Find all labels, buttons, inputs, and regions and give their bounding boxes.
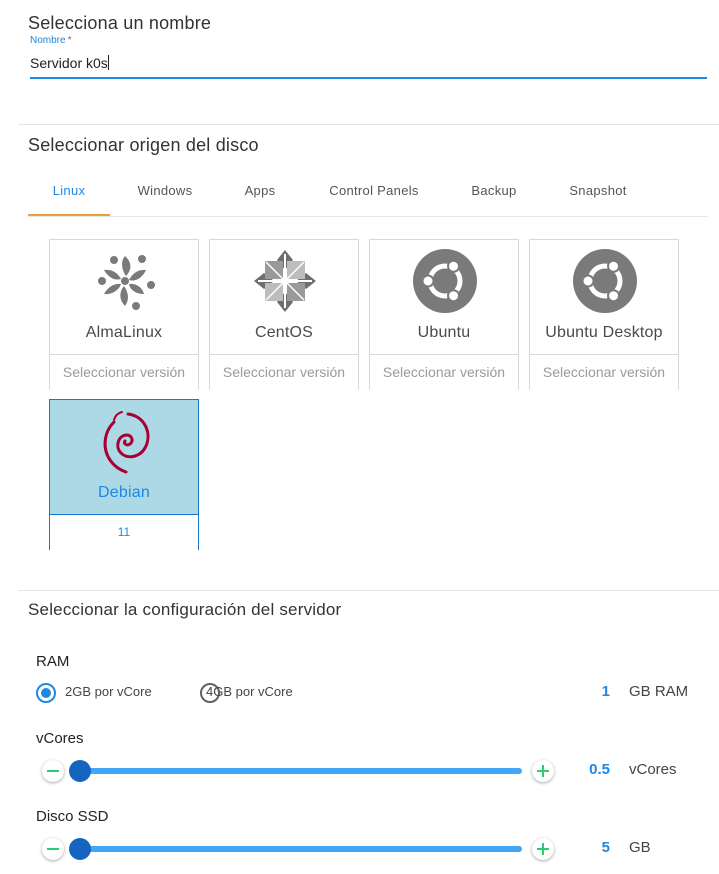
text-caret xyxy=(107,55,109,70)
image-card-name: Ubuntu xyxy=(417,324,471,341)
image-card-ubuntu[interactable]: Ubuntu Seleccionar versión xyxy=(369,239,519,390)
image-card-version-select[interactable]: Seleccionar versión xyxy=(210,354,358,390)
name-input-value[interactable]: Servidor k0s xyxy=(30,55,108,71)
required-mark: * xyxy=(67,35,72,46)
image-card-version-select[interactable]: Seleccionar versión xyxy=(530,354,678,390)
disk-section-title: Seleccionar origen del disco xyxy=(28,135,259,155)
disk-value: 5 xyxy=(601,839,610,856)
image-card-name: Debian xyxy=(98,484,150,501)
vcores-label: vCores xyxy=(36,730,84,747)
ram-option-2gb-label[interactable]: 2GB por vCore xyxy=(65,684,152,699)
image-card-name: Ubuntu Desktop xyxy=(545,324,663,341)
almalinux-logo-icon xyxy=(98,255,155,310)
tab-windows[interactable]: Windows xyxy=(120,183,210,198)
image-card-version-select[interactable]: Seleccionar versión xyxy=(370,354,518,390)
vcores-decrease-button[interactable] xyxy=(42,760,64,782)
disk-ssd-label: Disco SSD xyxy=(36,808,109,825)
ram-option-2gb-radio[interactable] xyxy=(36,683,56,703)
minus-icon xyxy=(47,770,59,772)
image-card-debian[interactable]: Debian 11 xyxy=(49,399,199,550)
name-input[interactable]: Servidor k0s xyxy=(30,55,109,71)
name-field-label: Nombre * xyxy=(30,35,71,46)
tab-linux[interactable]: Linux xyxy=(28,183,110,198)
config-section-divider xyxy=(18,590,719,874)
tab-control-panels[interactable]: Control Panels xyxy=(315,183,433,198)
tab-snapshot[interactable]: Snapshot xyxy=(555,183,641,198)
disk-slider-track[interactable] xyxy=(72,846,522,852)
ubuntu-logo-icon xyxy=(413,249,477,313)
name-input-underline xyxy=(30,77,707,79)
ubuntu-logo-icon xyxy=(573,249,637,313)
disk-decrease-button[interactable] xyxy=(42,838,64,860)
vcores-slider-track[interactable] xyxy=(72,768,522,774)
image-card-version-select[interactable]: Seleccionar versión xyxy=(50,354,198,390)
image-card-name: AlmaLinux xyxy=(85,324,163,341)
disk-unit: GB xyxy=(629,839,651,856)
image-card-name: CentOS xyxy=(254,324,314,341)
name-section-title: Selecciona un nombre xyxy=(28,13,212,33)
disk-slider-thumb[interactable] xyxy=(69,838,91,860)
ram-unit: GB RAM xyxy=(629,683,689,700)
ram-option-4gb-label[interactable]: 4GB por vCore xyxy=(206,684,293,699)
disk-increase-button[interactable] xyxy=(532,838,554,860)
vcores-value: 0.5 xyxy=(589,761,610,778)
image-card-centos[interactable]: CentOS Seleccionar versión xyxy=(209,239,359,390)
vcores-increase-button[interactable] xyxy=(532,760,554,782)
ram-label: RAM xyxy=(36,653,70,670)
minus-icon xyxy=(47,848,59,850)
image-card-ubuntu-desktop[interactable]: Ubuntu Desktop Seleccionar versión xyxy=(529,239,679,390)
plus-icon-vertical xyxy=(542,765,544,777)
image-card-version-select[interactable]: 11 xyxy=(50,514,198,550)
plus-icon-vertical xyxy=(542,843,544,855)
ram-value: 1 xyxy=(601,683,610,700)
tab-backup[interactable]: Backup xyxy=(455,183,533,198)
image-card-almalinux[interactable]: AlmaLinux Seleccionar versión xyxy=(49,239,199,390)
centos-logo-icon xyxy=(254,250,316,312)
tabs-baseline xyxy=(28,216,708,217)
debian-logo-icon xyxy=(103,411,150,474)
name-field-label-text: Nombre xyxy=(30,35,66,46)
vcores-slider-thumb[interactable] xyxy=(69,760,91,782)
config-section-title: Seleccionar la configuración del servido… xyxy=(28,600,342,619)
tab-active-indicator xyxy=(28,214,110,216)
tab-apps[interactable]: Apps xyxy=(225,183,295,198)
vcores-unit: vCores xyxy=(629,761,677,778)
